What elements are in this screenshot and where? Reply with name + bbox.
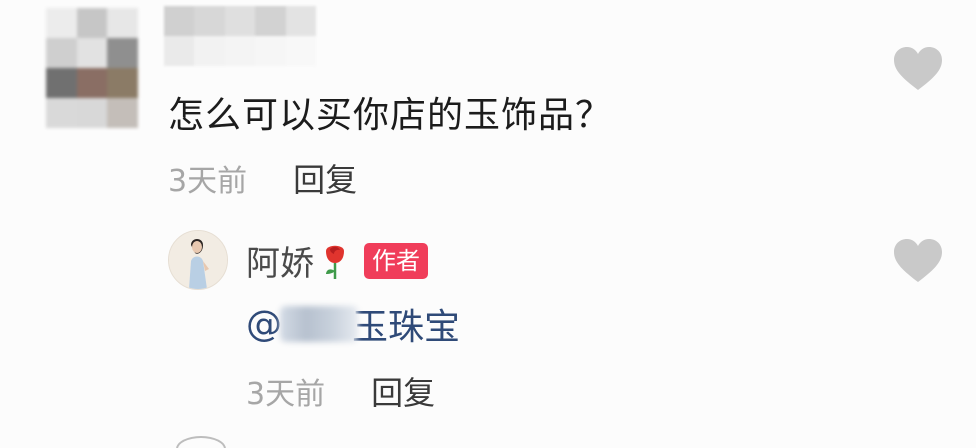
avatar-mosaic-tile bbox=[76, 98, 108, 128]
avatar-mosaic-tile bbox=[46, 38, 77, 68]
comment-time: 3天前 bbox=[168, 164, 248, 199]
avatar-mosaic-tile bbox=[46, 68, 77, 98]
mention-link[interactable]: @ 玉珠宝 bbox=[246, 298, 460, 350]
avatar-mosaic-tile bbox=[46, 8, 77, 38]
avatar-mosaic-tile bbox=[46, 98, 77, 128]
mention-blurred-text bbox=[280, 306, 358, 342]
next-comment-avatar-edge bbox=[176, 436, 226, 448]
comment-text: 怎么可以买你店的玉饰品？ bbox=[168, 95, 613, 136]
author-badge: 作者 bbox=[364, 242, 428, 279]
avatar-mosaic-tile bbox=[107, 68, 138, 98]
name-mosaic-tile bbox=[285, 36, 316, 66]
like-heart-icon[interactable] bbox=[892, 238, 944, 284]
avatar-mosaic-tile bbox=[76, 8, 108, 38]
rose-icon bbox=[326, 245, 344, 279]
avatar-mosaic-tile bbox=[76, 68, 108, 98]
reply-button[interactable]: 回复 bbox=[293, 155, 357, 201]
name-mosaic-tile bbox=[255, 6, 286, 36]
mention-name: 玉珠宝 bbox=[352, 307, 461, 348]
avatar-mosaic-tile bbox=[76, 38, 108, 68]
name-mosaic-tile bbox=[224, 6, 256, 36]
reply-time: 3天前 bbox=[246, 377, 326, 412]
commenter-name-blurred[interactable] bbox=[164, 6, 316, 66]
avatar-mosaic-tile bbox=[107, 8, 138, 38]
reply-button[interactable]: 回复 bbox=[371, 368, 435, 414]
name-mosaic-tile bbox=[194, 36, 225, 66]
name-mosaic-tile bbox=[164, 36, 195, 66]
woman-avatar-icon bbox=[169, 231, 227, 289]
author-name[interactable]: 阿娇 bbox=[246, 236, 314, 285]
name-mosaic-tile bbox=[255, 36, 286, 66]
commenter-avatar[interactable] bbox=[46, 8, 138, 128]
comment-meta: 3天前 回复 bbox=[168, 155, 357, 201]
reply-meta: 3天前 回复 bbox=[246, 368, 435, 414]
name-mosaic-tile bbox=[194, 6, 225, 36]
like-heart-icon[interactable] bbox=[892, 46, 944, 92]
mention-at: @ bbox=[246, 303, 282, 345]
author-row: 阿娇 作者 bbox=[246, 236, 428, 285]
avatar-mosaic-tile bbox=[107, 98, 138, 128]
name-mosaic-tile bbox=[285, 6, 316, 36]
author-avatar[interactable] bbox=[168, 230, 228, 290]
name-mosaic-tile bbox=[164, 6, 195, 36]
comment-section: 怎么可以买你店的玉饰品？ 3天前 回复 阿娇 作者 @ 玉珠宝 3天前 回复 bbox=[0, 0, 976, 448]
name-mosaic-tile bbox=[224, 36, 256, 66]
avatar-mosaic-tile bbox=[107, 38, 138, 68]
